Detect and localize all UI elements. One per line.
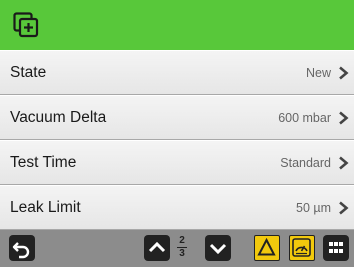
chevron-right-icon bbox=[339, 201, 349, 215]
page-up-button[interactable] bbox=[144, 235, 170, 261]
chevron-right-icon bbox=[339, 66, 349, 80]
page-total: 3 bbox=[179, 248, 185, 259]
gauge-button[interactable] bbox=[289, 235, 315, 261]
chevron-down-icon bbox=[209, 243, 227, 255]
chevron-right-icon bbox=[339, 111, 349, 125]
chevron-up-icon bbox=[148, 241, 166, 253]
row-leak-limit[interactable]: Leak Limit 50 µm bbox=[0, 185, 354, 230]
row-label: Test Time bbox=[10, 154, 77, 171]
warning-button[interactable] bbox=[254, 235, 280, 261]
row-value: New bbox=[305, 66, 331, 80]
back-arrow-icon bbox=[12, 242, 30, 259]
page-indicator: 2 3 bbox=[175, 235, 189, 260]
chevron-right-icon bbox=[339, 156, 349, 170]
grid-menu-icon bbox=[329, 242, 343, 253]
warning-triangle-icon bbox=[257, 237, 276, 256]
row-value: 50 µm bbox=[296, 201, 331, 215]
screen: State New Vacuum Delta 600 mbar Test Tim… bbox=[0, 0, 354, 267]
back-button[interactable] bbox=[9, 235, 35, 261]
header-bar bbox=[0, 0, 354, 50]
gauge-icon bbox=[292, 238, 311, 257]
page-current: 2 bbox=[179, 235, 185, 246]
row-label: Leak Limit bbox=[10, 199, 81, 216]
row-value: Standard bbox=[280, 156, 331, 170]
row-label: Vacuum Delta bbox=[10, 109, 107, 126]
row-state[interactable]: State New bbox=[0, 50, 354, 95]
row-value: 600 mbar bbox=[278, 111, 331, 125]
row-vacuum-delta[interactable]: Vacuum Delta 600 mbar bbox=[0, 95, 354, 140]
row-label: State bbox=[10, 64, 47, 81]
window-add-icon[interactable] bbox=[13, 12, 39, 38]
footer-bar: 2 3 bbox=[0, 230, 354, 267]
menu-button[interactable] bbox=[323, 235, 349, 261]
row-test-time[interactable]: Test Time Standard bbox=[0, 140, 354, 185]
page-down-button[interactable] bbox=[205, 235, 231, 261]
